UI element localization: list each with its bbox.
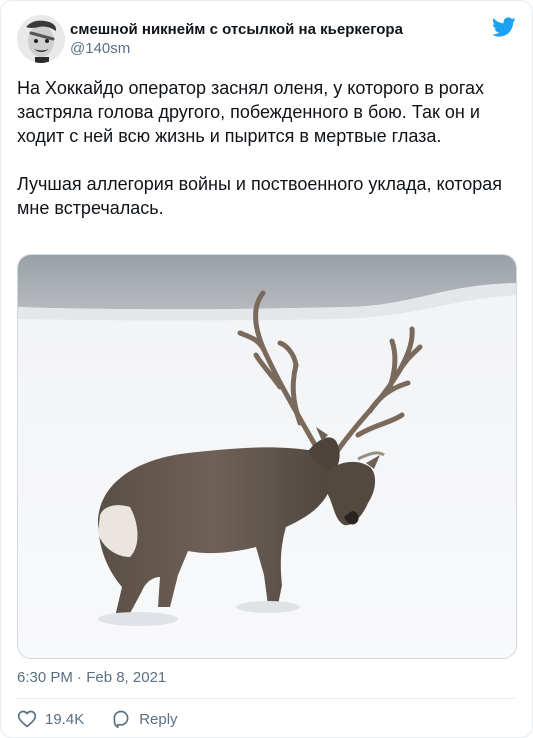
speech-bubble-icon [113, 710, 129, 729]
author-handle[interactable]: @140sm [70, 40, 403, 58]
heart-icon [17, 710, 37, 728]
twitter-bird-icon[interactable] [491, 15, 516, 39]
tweet-header: смешной никнейм с отсылкой на кьеркегора… [17, 15, 516, 63]
tweet-paragraph: Лучшая аллегория войны и поствоенного ук… [17, 174, 503, 218]
tweet-timestamp[interactable]: 6:30 PM · Feb 8, 2021 [17, 669, 166, 687]
tweet-actions: 19.4K Reply [17, 707, 205, 731]
like-count: 19.4K [45, 710, 85, 728]
reply-label: Reply [139, 710, 178, 728]
tweet-text: На Хоккайдо оператор заснял оленя, у кот… [17, 76, 517, 220]
like-button[interactable]: 19.4K [17, 709, 84, 729]
avatar[interactable] [17, 15, 65, 63]
author-display-name[interactable]: смешной никнейм с отсылкой на кьеркегора [70, 21, 403, 39]
tweet-photo[interactable] [17, 254, 517, 659]
reply-button[interactable]: Reply [111, 709, 178, 729]
tweet-paragraph: На Хоккайдо оператор заснял оленя, у кот… [17, 78, 484, 146]
divider [17, 698, 516, 699]
author-names: смешной никнейм с отсылкой на кьеркегора… [70, 21, 403, 58]
tweet-card: смешной никнейм с отсылкой на кьеркегора… [0, 0, 533, 738]
